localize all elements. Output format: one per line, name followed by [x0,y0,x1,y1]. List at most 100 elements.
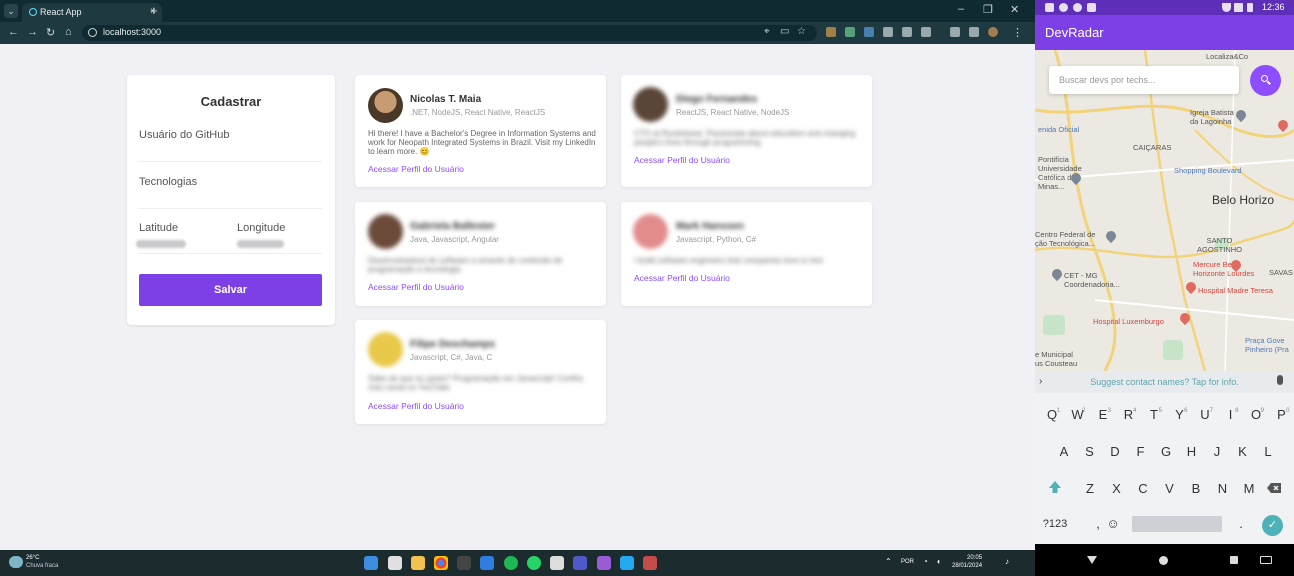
profile-link[interactable]: Acessar Perfil do Usuário [368,401,464,411]
key-d[interactable]: D [1105,441,1125,463]
clock[interactable]: 20:05 28/01/2024 [952,554,982,570]
notion-icon[interactable] [550,556,564,570]
cast-icon[interactable]: ▭ [780,26,789,37]
backspace-icon[interactable] [1266,482,1282,494]
task-view-icon[interactable] [388,556,402,570]
space-key[interactable] [1132,516,1222,532]
back-icon[interactable]: ← [8,26,19,38]
tray-chevron-icon[interactable]: ⌃ [885,557,892,566]
site-info-icon[interactable] [88,28,97,37]
app-icon[interactable] [480,556,494,570]
window-close-icon[interactable]: ✕ [1010,3,1019,16]
vscode-icon[interactable] [620,556,634,570]
period-key[interactable]: . [1231,513,1251,535]
extension-icon[interactable] [883,27,893,37]
media-icon[interactable] [950,27,960,37]
key-q[interactable]: Q1 [1042,404,1062,426]
forward-icon[interactable]: → [27,26,38,38]
suggestion-bar[interactable]: › Suggest contact names? Tap for info. [1035,371,1294,393]
save-button[interactable]: Salvar [139,274,322,306]
key-x[interactable]: X [1107,478,1127,500]
key-m[interactable]: M [1239,478,1259,500]
key-f[interactable]: F [1131,441,1151,463]
key-k[interactable]: K [1233,441,1253,463]
map-view[interactable]: Localiza&Co enida Oficial Igreja Batista… [1035,50,1294,371]
wifi-icon[interactable]: ◔ [923,557,928,566]
key-z[interactable]: Z [1080,478,1100,500]
key-b[interactable]: B [1186,478,1206,500]
suggestion-text[interactable]: Suggest contact names? Tap for info. [1035,377,1294,387]
microphone-icon[interactable] [1277,375,1283,385]
home-circle-icon[interactable] [1159,556,1168,565]
techs-field[interactable]: Tecnologias [139,176,197,188]
search-techs-input[interactable]: Buscar devs por techs... [1049,66,1239,94]
enter-check-icon[interactable]: ✓ [1262,515,1283,536]
extension-icon[interactable] [845,27,855,37]
key-h[interactable]: H [1182,441,1202,463]
key-o[interactable]: O9 [1246,404,1266,426]
extension-icon[interactable] [826,27,836,37]
back-triangle-icon[interactable] [1087,556,1097,564]
key-j[interactable]: J [1207,441,1227,463]
github-username-field[interactable]: Usuário do GitHub [139,129,230,141]
key-s[interactable]: S [1080,441,1100,463]
key-l[interactable]: L [1258,441,1278,463]
key-n[interactable]: N [1213,478,1233,500]
key-v[interactable]: V [1160,478,1180,500]
key-r[interactable]: R4 [1119,404,1139,426]
key-c[interactable]: C [1133,478,1153,500]
key-w[interactable]: W2 [1068,404,1088,426]
emulator-icon[interactable] [643,556,657,570]
profile-link[interactable]: Acessar Perfil do Usuário [634,273,730,283]
spotify-icon[interactable] [504,556,518,570]
address-bar[interactable]: localhost:3000 ⌖ ▭ ☆ [82,25,817,41]
shift-icon[interactable] [1047,479,1063,495]
new-tab-icon[interactable]: + [150,3,158,18]
terminal-icon[interactable] [457,556,471,570]
tab-search-icon[interactable]: ⌄ [4,4,18,18]
teams-icon[interactable] [573,556,587,570]
key-t[interactable]: T5 [1144,404,1164,426]
key-a[interactable]: A [1054,441,1074,463]
tab-react-app[interactable]: React App × [22,3,162,22]
bookmark-star-icon[interactable]: ☆ [797,26,806,37]
key-p[interactable]: P0 [1272,404,1292,426]
reload-icon[interactable]: ↻ [46,26,55,39]
notification-bell-icon[interactable]: ♪ [1005,557,1009,566]
profile-link[interactable]: Acessar Perfil do Usuário [368,282,464,292]
profile-avatar-icon[interactable] [988,27,998,37]
latitude-input[interactable] [136,240,186,248]
whatsapp-icon[interactable] [527,556,541,570]
search-button[interactable] [1250,65,1281,96]
location-icon[interactable]: ⌖ [764,26,770,37]
extension-icon[interactable] [864,27,874,37]
key-number-hint: 9 [1260,408,1264,414]
visual-studio-icon[interactable] [597,556,611,570]
dev-card: Filipe Deschamps Javascript, C#, Java, C… [355,320,606,424]
key-u[interactable]: U7 [1195,404,1215,426]
restore-icon[interactable]: ❐ [983,3,993,16]
emoji-icon[interactable]: ☺ [1103,513,1123,535]
language-indicator[interactable]: POR [901,559,914,565]
chrome-icon[interactable] [434,556,448,570]
volume-icon[interactable]: ◖ [936,557,941,566]
pen-icon[interactable] [902,27,912,37]
minimize-icon[interactable]: – [958,3,964,15]
weather-icon[interactable] [9,556,23,568]
home-icon[interactable]: ⌂ [65,26,72,38]
key-e[interactable]: E3 [1093,404,1113,426]
longitude-input[interactable] [237,240,284,248]
key-y[interactable]: Y6 [1170,404,1190,426]
profile-link[interactable]: Acessar Perfil do Usuário [634,155,730,165]
sidebar-icon[interactable] [969,27,979,37]
key-i[interactable]: I8 [1221,404,1241,426]
keyboard-switch-icon[interactable] [1260,556,1272,564]
menu-kebab-icon[interactable]: ⋮ [1012,26,1023,39]
extensions-puzzle-icon[interactable] [921,27,931,37]
start-icon[interactable] [364,556,378,570]
key-g[interactable]: G [1156,441,1176,463]
profile-link[interactable]: Acessar Perfil do Usuário [368,164,464,174]
file-explorer-icon[interactable] [411,556,425,570]
numbers-key[interactable]: ?123 [1041,513,1069,535]
recents-square-icon[interactable] [1230,556,1238,564]
